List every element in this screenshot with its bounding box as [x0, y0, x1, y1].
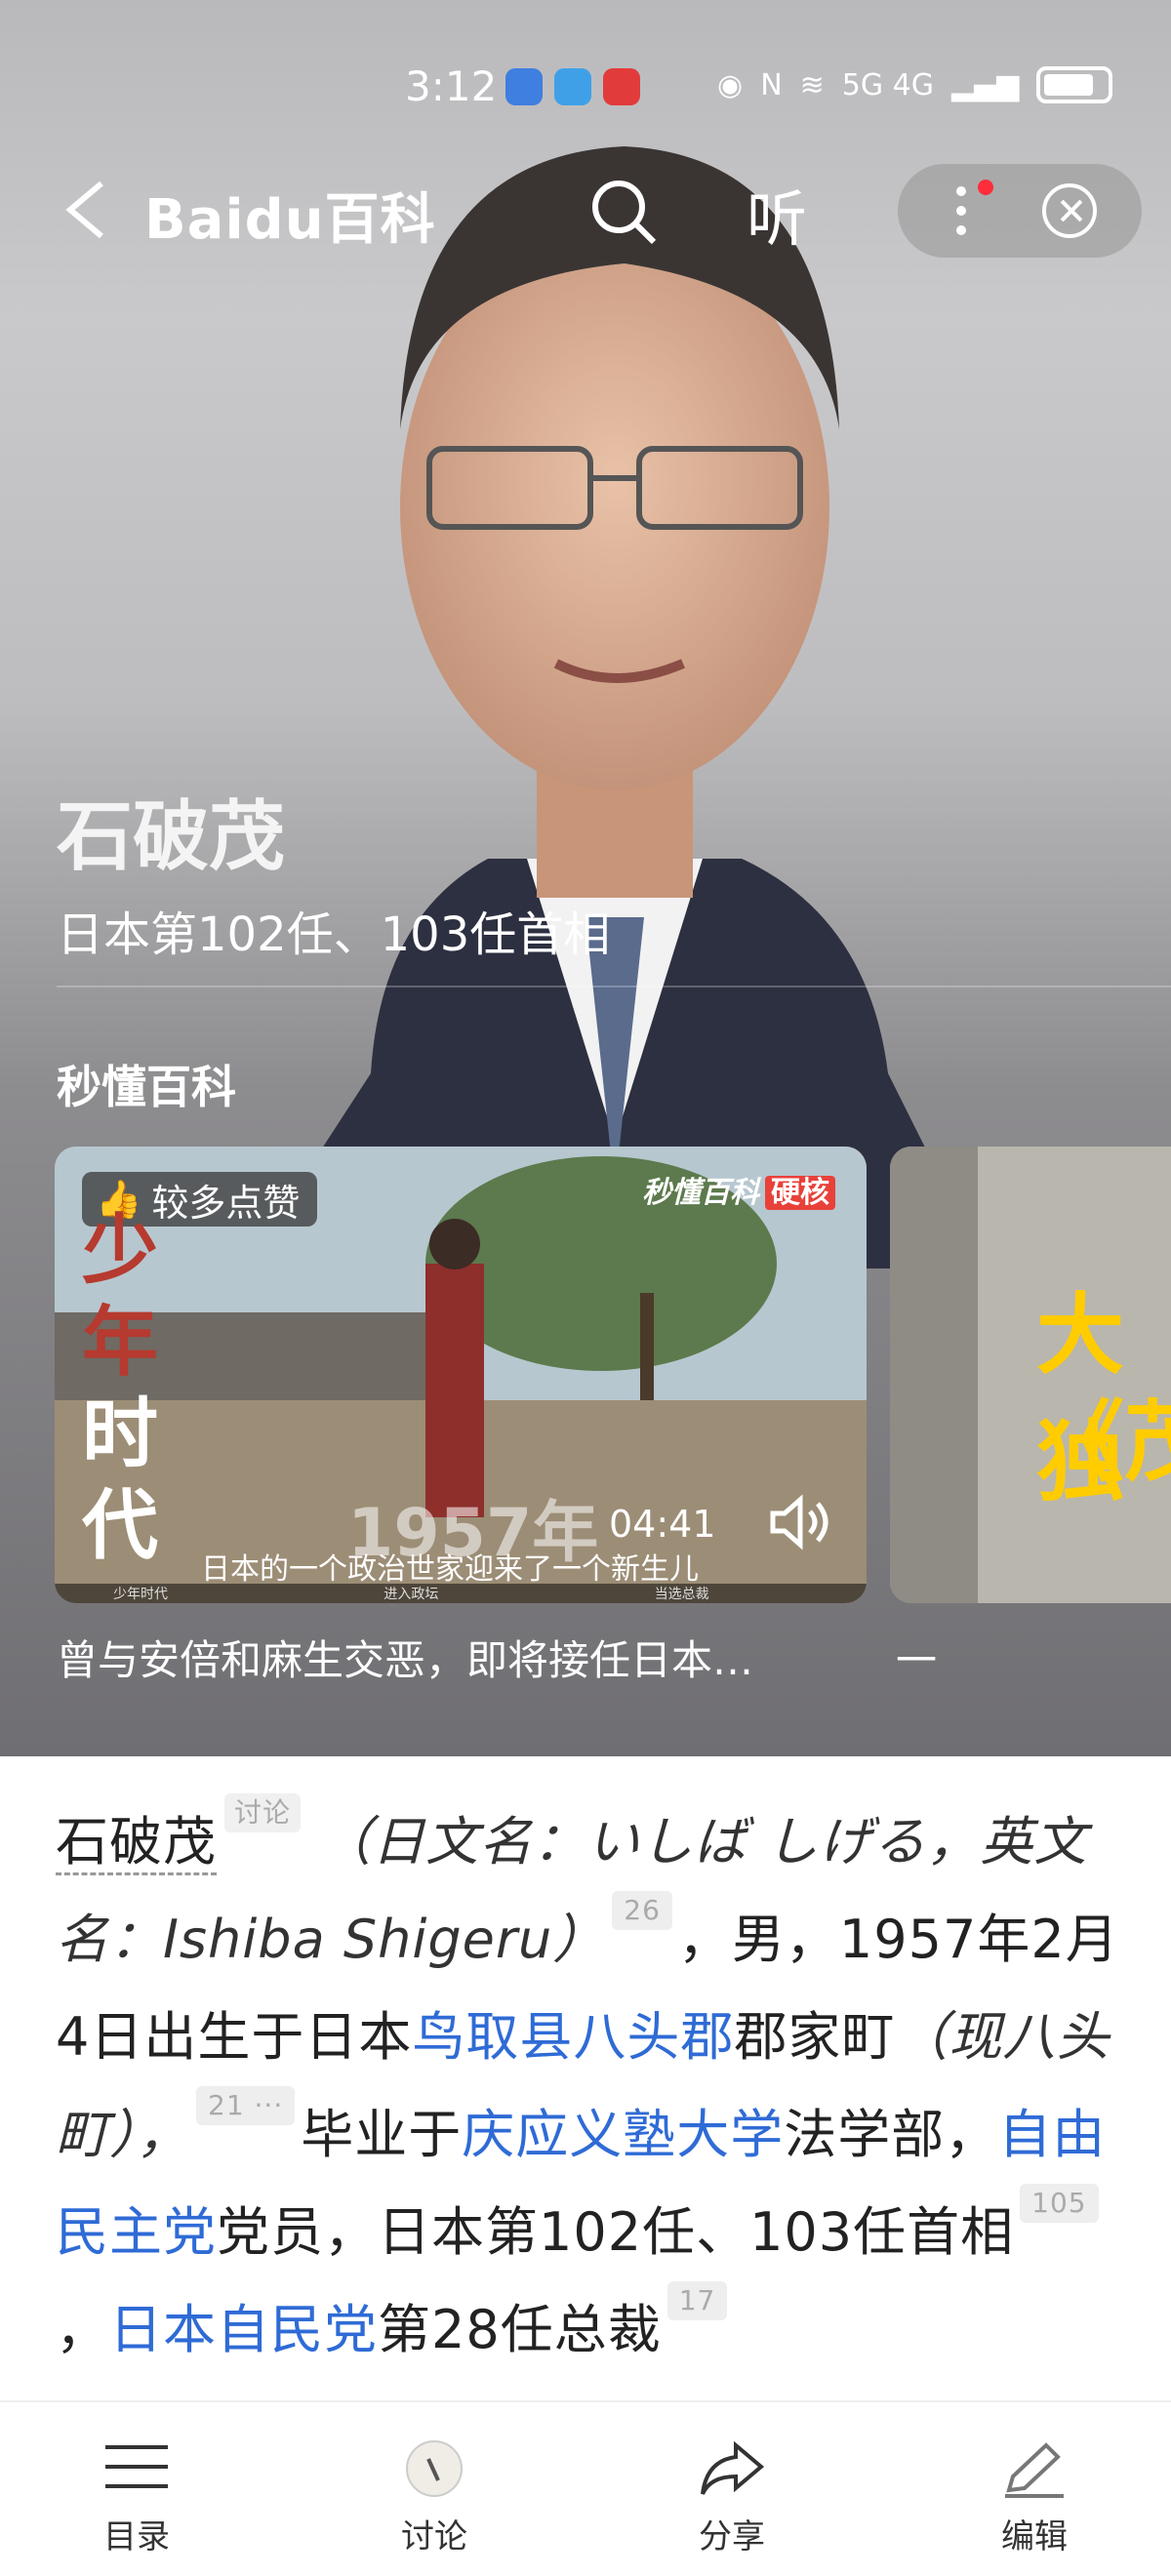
close-icon[interactable] [1042, 183, 1097, 238]
hero-section: 3:12 ◉ Ν ≋ 5G 4G ▂▄▆ Baidu百科 听 石破茂 日本第10… [0, 0, 1171, 1756]
video-chapters: 少年时代 进入政坛 当选总裁 [55, 1584, 867, 1603]
link-birthplace[interactable]: 鸟取县八头郡 [412, 2006, 734, 2068]
reference-marker[interactable]: 21 ··· [196, 2086, 296, 2125]
app-notification-icon [505, 68, 543, 105]
video-overlay-title: 少 年 时 代 [76, 1205, 164, 1572]
menu-icon [105, 2445, 168, 2488]
share-button[interactable]: 分享 [634, 2402, 829, 2568]
baidu-baike-logo: Baidu百科 [144, 188, 436, 252]
video-description[interactable]: 一 [896, 1628, 937, 1687]
bottom-navigation: 目录 讨论 分享 编辑 [0, 2400, 1171, 2576]
notification-icons [505, 68, 640, 105]
chapter-label: 少年时代 [113, 1587, 168, 1602]
status-time: 3:12 [405, 62, 498, 110]
discussion-label: 讨论 [401, 2517, 467, 2556]
article-text: 毕业于 [301, 2104, 463, 2165]
catalog-button[interactable]: 目录 [39, 2402, 234, 2568]
reference-marker[interactable]: 17 [666, 2281, 728, 2320]
article-text: 第28任总裁 [378, 2299, 662, 2360]
article-text: 郡家町 [734, 2006, 896, 2068]
battery-icon [1036, 66, 1113, 103]
overlay-char: 少 [81, 1207, 158, 1295]
video-section-title: 秒懂百科 [57, 1061, 236, 1113]
reference-marker[interactable]: 105 [1020, 2184, 1099, 2223]
video-brand: 秒懂百科 硬核 [642, 1168, 835, 1211]
video-subtitle: 日本的一个政治世家迎来了一个新生儿 [201, 1552, 699, 1587]
chapter-label: 进入政坛 [384, 1587, 439, 1602]
reference-marker[interactable]: 26 [612, 1891, 672, 1930]
article-term[interactable]: 石破茂 [56, 1811, 217, 1875]
overlay-char: 年 [81, 1299, 158, 1387]
video-duration: 04:41 [609, 1503, 716, 1546]
nfc-icon: Ν [760, 67, 783, 102]
link-university[interactable]: 庆应义塾大学 [462, 2104, 784, 2165]
thumbnail-pillar [890, 1147, 978, 1603]
article-text: ， [56, 2299, 109, 2360]
chapter-label: 当选总裁 [654, 1587, 709, 1602]
overlay-char: 代 [81, 1482, 158, 1570]
edit-icon [1005, 2442, 1064, 2498]
back-icon[interactable] [59, 178, 113, 242]
signal-icon: ▂▄▆ [951, 67, 1020, 102]
overlay-char: 时 [81, 1390, 158, 1478]
divider [57, 986, 1171, 987]
video-description[interactable]: 曾与安倍和麻生交恶，即将接任日本… [57, 1628, 753, 1687]
system-status: ◉ Ν ≋ 5G 4G ▂▄▆ [717, 66, 1113, 103]
link-ldp[interactable]: 日本自民党 [109, 2299, 378, 2360]
discussion-avatar-icon [406, 2440, 463, 2497]
mail-icon [603, 68, 640, 105]
catalog-label: 目录 [103, 2517, 170, 2556]
likes-badge-label: 较多点赞 [151, 1181, 301, 1225]
weather-icon [554, 68, 591, 105]
status-bar: 3:12 ◉ Ν ≋ 5G 4G ▂▄▆ [0, 59, 1171, 117]
video-card[interactable]: 👍 较多点赞 秒懂百科 硬核 少 年 时 代 1957年 04:41 日本的一个政治… [55, 1147, 867, 1603]
article-text: 法学部， [784, 2104, 999, 2165]
notification-dot [978, 180, 993, 195]
article-body: 石破茂 讨论 （日文名：いしば しげる，英文名：Ishiba Shigeru） 26… [0, 1756, 1171, 2400]
mini-program-capsule [898, 164, 1142, 258]
article-text: ）， [109, 2104, 190, 2165]
edit-label: 编辑 [1001, 2517, 1068, 2556]
article-text: 党员，日本第102任、103任首相 [217, 2201, 1015, 2263]
article-intro: 石破茂 讨论 （日文名：いしば しげる，英文名：Ishiba Shigeru） 26… [56, 1793, 1119, 2379]
portrait-image [244, 146, 986, 1268]
video-brand-label: 秒懂百科 [642, 1176, 759, 1210]
edit-button[interactable]: 编辑 [937, 2402, 1132, 2568]
article-text: （现 [895, 2006, 1003, 2068]
video-card[interactable]: 大独 《茂 [890, 1147, 1171, 1603]
eye-icon: ◉ [717, 67, 744, 102]
page-title: 石破茂 [57, 793, 286, 881]
page-subtitle: 日本第102任、103任首相 [57, 907, 611, 962]
video-overlay-subtitle: 《茂 [1036, 1391, 1171, 1494]
top-navigation: Baidu百科 听 [0, 156, 1171, 263]
signal-label: 5G 4G [841, 67, 934, 102]
share-icon [701, 2440, 765, 2495]
more-icon[interactable] [951, 183, 971, 238]
search-icon[interactable] [586, 174, 660, 248]
discussion-button[interactable]: 讨论 [337, 2402, 532, 2568]
wifi-icon: ≋ [799, 67, 825, 102]
volume-icon[interactable] [765, 1488, 833, 1556]
discuss-tag[interactable]: 讨论 [224, 1793, 302, 1832]
listen-button[interactable]: 听 [747, 170, 807, 258]
share-label: 分享 [699, 2517, 765, 2556]
video-brand-tag: 硬核 [765, 1176, 835, 1210]
